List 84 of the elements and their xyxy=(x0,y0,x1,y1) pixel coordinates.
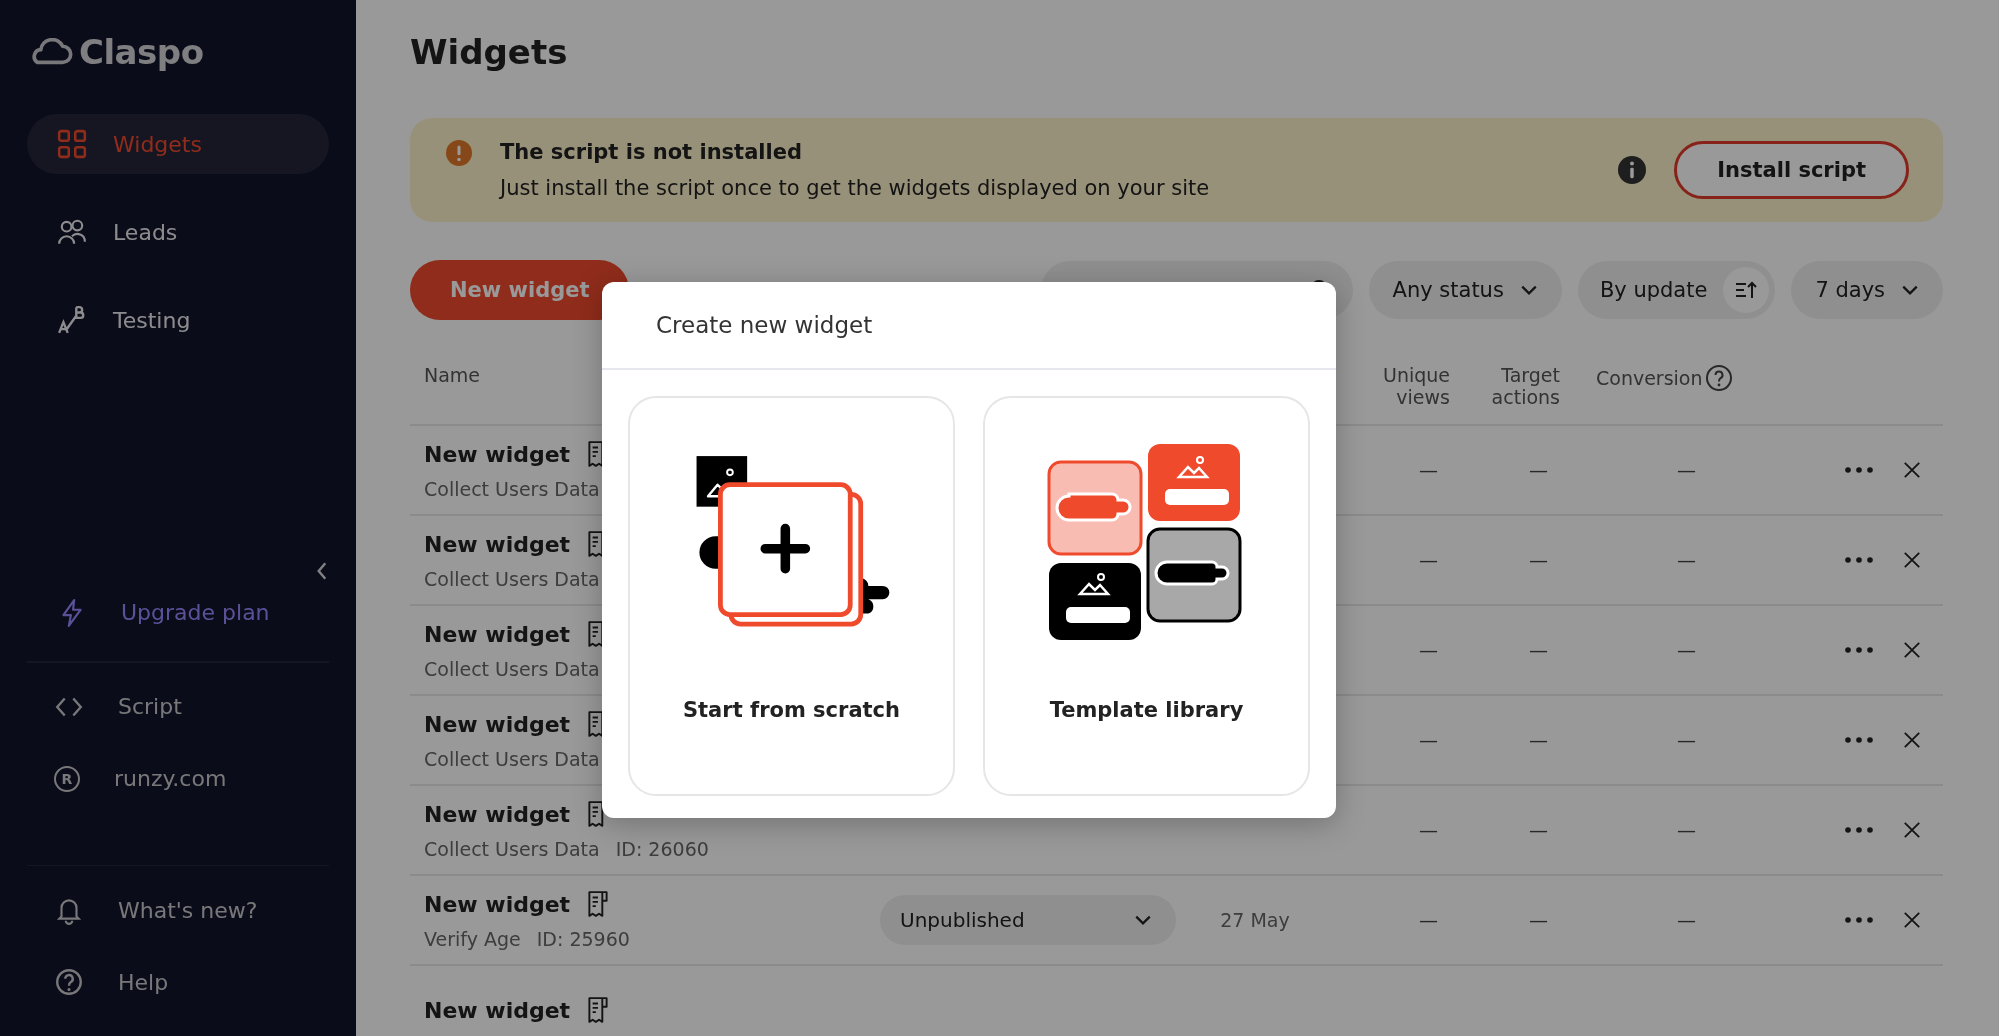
widget-id: ID: 26060 xyxy=(615,838,709,860)
document-icon[interactable] xyxy=(586,996,611,1024)
more-icon[interactable] xyxy=(1845,917,1873,923)
users-icon xyxy=(57,217,87,247)
alert-message: Just install the script once to get the widgets displayed on your site xyxy=(500,176,1211,200)
ab-test-icon xyxy=(57,305,87,335)
warning-icon xyxy=(446,140,472,166)
alert-title: The script is not installed xyxy=(500,140,803,164)
table-cell: — xyxy=(1677,639,1696,661)
table-cell: — xyxy=(1419,729,1438,751)
date-cell: 27 May xyxy=(1220,909,1290,931)
table-cell: — xyxy=(1529,909,1548,931)
table-cell: — xyxy=(1529,459,1548,481)
more-icon[interactable] xyxy=(1845,737,1873,743)
close-icon[interactable] xyxy=(1903,821,1921,839)
modal-title: Create new widget xyxy=(656,312,873,338)
table-cell: — xyxy=(1677,459,1696,481)
caret-icon xyxy=(1901,284,1919,296)
status-dropdown[interactable]: Unpublished xyxy=(880,895,1176,945)
start-from-scratch-card[interactable]: Start from scratch xyxy=(628,396,955,796)
install-script-button[interactable]: Install script xyxy=(1674,141,1909,199)
sidebar-link[interactable]: Script xyxy=(27,688,329,725)
sidebar-link[interactable]: Help xyxy=(27,964,329,1000)
close-icon[interactable] xyxy=(1903,461,1921,479)
status-filter-dropdown[interactable]: Any status xyxy=(1368,261,1562,319)
widget-name[interactable]: New widget xyxy=(424,531,571,557)
table-cell: — xyxy=(1677,729,1696,751)
widget-name[interactable]: New widget xyxy=(424,891,571,917)
more-icon[interactable] xyxy=(1845,647,1873,653)
column-header: Target actions xyxy=(1490,364,1560,408)
widget-type: Collect Users Data xyxy=(424,478,600,500)
info-icon[interactable] xyxy=(1618,156,1647,184)
widget-name[interactable]: New widget xyxy=(424,801,571,827)
widget-type: Collect Users Data xyxy=(424,838,600,860)
sort-label: By update xyxy=(1599,278,1708,302)
caret-icon xyxy=(1134,914,1152,926)
widget-id: ID: 25960 xyxy=(536,928,630,950)
table-cell: — xyxy=(1677,909,1696,931)
close-icon[interactable] xyxy=(1903,731,1921,749)
sort-order-icon[interactable] xyxy=(1723,267,1770,313)
registered-icon: R xyxy=(54,765,80,792)
table-cell: — xyxy=(1419,459,1438,481)
sort-control[interactable]: By update xyxy=(1577,261,1776,319)
page-title: Widgets xyxy=(410,32,569,72)
period-dropdown[interactable]: 7 days xyxy=(1791,261,1943,319)
table-cell: — xyxy=(1419,549,1438,571)
column-header: Conversion xyxy=(1596,367,1703,389)
more-icon[interactable] xyxy=(1845,557,1873,563)
table-cell: — xyxy=(1419,819,1438,841)
widget-name[interactable]: New widget xyxy=(424,441,571,467)
widget-name[interactable]: New widget xyxy=(424,711,571,737)
nav-item[interactable]: Leads xyxy=(27,202,329,262)
help-icon xyxy=(54,967,84,997)
close-icon[interactable] xyxy=(1903,551,1921,569)
sidebar-link[interactable]: What's new? xyxy=(27,892,329,928)
logo-text: Claspo xyxy=(79,32,204,72)
widget-type: Verify Age xyxy=(424,928,521,950)
template-library-card[interactable]: Template library xyxy=(983,396,1310,796)
widget-name[interactable]: New widget xyxy=(424,997,571,1023)
more-icon[interactable] xyxy=(1845,827,1873,833)
collapse-chevron-icon[interactable] xyxy=(315,560,329,582)
table-cell: — xyxy=(1529,639,1548,661)
table-cell: — xyxy=(1419,639,1438,661)
grid-icon xyxy=(57,129,87,159)
table-cell: — xyxy=(1529,819,1548,841)
table-cell: — xyxy=(1677,549,1696,571)
table-cell: — xyxy=(1419,909,1438,931)
widget-type: Collect Users Data xyxy=(424,568,600,590)
widget-type: Collect Users Data xyxy=(424,748,600,770)
sidebar-link[interactable]: R runzy.com xyxy=(27,760,329,797)
more-icon[interactable] xyxy=(1845,467,1873,473)
close-icon[interactable] xyxy=(1903,911,1921,929)
table-cell: — xyxy=(1677,819,1696,841)
caret-icon xyxy=(1519,284,1538,296)
table-cell: — xyxy=(1529,729,1548,751)
column-header: Name xyxy=(423,364,482,386)
table-cell: — xyxy=(1529,549,1548,571)
widget-type: Collect Users Data xyxy=(424,658,600,680)
column-header: Unique views xyxy=(1381,364,1450,408)
help-icon[interactable] xyxy=(1704,364,1733,392)
close-icon[interactable] xyxy=(1903,641,1921,659)
widget-name[interactable]: New widget xyxy=(424,621,571,647)
document-icon[interactable] xyxy=(586,890,611,918)
nav-item[interactable]: Testing xyxy=(27,290,329,350)
